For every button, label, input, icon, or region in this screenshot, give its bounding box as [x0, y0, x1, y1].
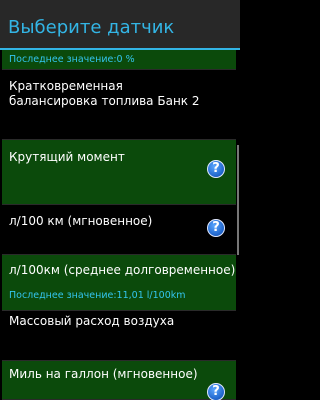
help-question-icon[interactable]: ?	[207, 219, 225, 237]
last-value-text: Последнее значение:11,01 l/100km	[9, 290, 186, 301]
sensor-item[interactable]: Кратковременная балансировка топлива Бан…	[2, 70, 236, 140]
sensor-item[interactable]: л/100 км (мгновенное) ?	[2, 205, 236, 255]
sensor-list[interactable]: Последнее значение:0 % Кратковременная б…	[0, 50, 240, 400]
sensor-item[interactable]: Крутящий момент ?	[2, 140, 236, 205]
sensor-item[interactable]: л/100км (среднее долговременное) Последн…	[2, 255, 236, 311]
sensor-label: Кратковременная балансировка топлива Бан…	[9, 79, 200, 108]
last-value-text: Последнее значение:0 %	[9, 54, 135, 65]
dialog-title: Выберите датчик	[8, 17, 175, 38]
dialog-header: Выберите датчик	[0, 0, 240, 50]
sensor-item[interactable]: Массовый расход воздуха	[2, 311, 236, 361]
sensor-label: Крутящий момент	[9, 150, 125, 164]
sensor-item[interactable]: Последнее значение:0 %	[2, 50, 236, 70]
sensor-label: Массовый расход воздуха	[9, 314, 175, 328]
sensor-label: Миль на галлон (мгновенное)	[9, 367, 198, 381]
sensor-item[interactable]: Миль на галлон (мгновенное) ?	[2, 361, 236, 400]
scrollbar[interactable]	[237, 145, 239, 255]
sensor-label: л/100 км (мгновенное)	[9, 214, 153, 228]
sensor-label: л/100км (среднее долговременное)	[9, 263, 236, 277]
help-question-icon[interactable]: ?	[207, 160, 225, 178]
help-question-icon[interactable]: ?	[207, 383, 225, 400]
